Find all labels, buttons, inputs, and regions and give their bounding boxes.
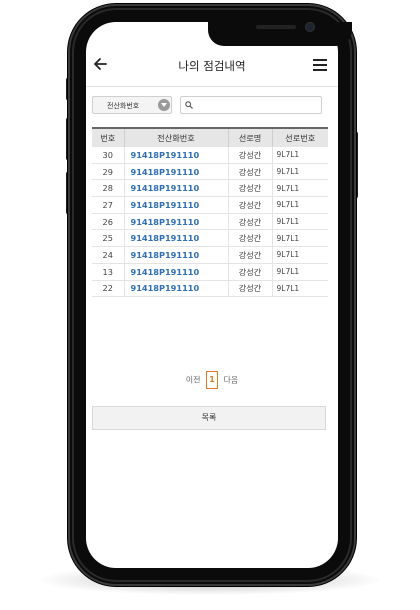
table-row[interactable]: 26 91418P191110 강성간 9L7L1 [92, 213, 328, 231]
line-name: 강성간 [227, 179, 272, 198]
pole-id-link[interactable]: 91418P191110 [123, 213, 228, 231]
line-number: 9L7L1 [271, 196, 328, 214]
chevron-down-icon[interactable] [158, 99, 170, 111]
prev-page-link[interactable]: 이전 [186, 376, 201, 385]
pole-id-link[interactable]: 91418P191110 [123, 163, 228, 181]
row-number: 27 [92, 196, 124, 214]
line-name: 강성간 [227, 196, 272, 214]
pole-id-link[interactable]: 91418P191110 [123, 263, 228, 281]
line-number: 9L7L1 [271, 163, 328, 181]
row-number: 25 [92, 229, 124, 248]
line-number: 9L7L1 [271, 179, 328, 198]
app-header: 나의 점검내역 [86, 48, 338, 84]
column-header-pole-id: 전산화번호 [123, 127, 228, 147]
table-header-row: 번호 전산화번호 선로명 선로번호 [92, 127, 328, 147]
table-row[interactable]: 13 91418P191110 강성간 9L7L1 [92, 263, 328, 281]
search-bar: 전산화번호 [92, 96, 326, 116]
row-number: 13 [92, 263, 124, 281]
line-name: 강성간 [227, 163, 272, 181]
pole-id-link[interactable]: 91418P191110 [123, 179, 228, 198]
table-row[interactable]: 24 91418P191110 강성간 9L7L1 [92, 246, 328, 264]
table-row[interactable]: 28 91418P191110 강성간 9L7L1 [92, 179, 328, 198]
column-header-line-number: 선로번호 [271, 127, 328, 147]
next-page-link[interactable]: 다음 [224, 376, 239, 385]
row-number: 30 [92, 147, 124, 164]
pole-id-link[interactable]: 91418P191110 [123, 280, 228, 298]
line-number: 9L7L1 [271, 147, 328, 164]
pole-id-link[interactable]: 91418P191110 [123, 147, 228, 164]
header-divider [86, 86, 338, 87]
pole-id-link[interactable]: 91418P191110 [123, 196, 228, 214]
pole-id-link[interactable]: 91418P191110 [123, 229, 228, 248]
front-camera [306, 23, 314, 31]
app-screen: 나의 점검내역 전산화번호 번호 전산화번호 선로명 선로번호 30 91418… [86, 22, 338, 568]
line-name: 강성간 [227, 229, 272, 248]
current-page-button[interactable]: 1 [206, 371, 218, 389]
line-number: 9L7L1 [271, 246, 328, 264]
table-row[interactable]: 27 91418P191110 강성간 9L7L1 [92, 196, 328, 214]
row-number: 26 [92, 213, 124, 231]
line-number: 9L7L1 [271, 213, 328, 231]
search-input[interactable] [180, 96, 322, 114]
search-icon [185, 101, 193, 109]
pagination: 이전 1 다음 [86, 371, 338, 389]
pole-id-link[interactable]: 91418P191110 [123, 246, 228, 264]
table-row[interactable]: 30 91418P191110 강성간 9L7L1 [92, 147, 328, 164]
speaker-grille [256, 25, 296, 29]
row-number: 24 [92, 246, 124, 264]
page-title: 나의 점검내역 [178, 59, 246, 73]
line-name: 강성간 [227, 246, 272, 264]
line-number: 9L7L1 [271, 263, 328, 281]
line-name: 강성간 [227, 280, 272, 298]
line-number: 9L7L1 [271, 280, 328, 298]
inspection-table: 번호 전산화번호 선로명 선로번호 30 91418P191110 강성간 9L… [92, 127, 328, 298]
line-name: 강성간 [227, 147, 272, 164]
table-row[interactable]: 25 91418P191110 강성간 9L7L1 [92, 229, 328, 248]
row-number: 22 [92, 280, 124, 298]
list-button[interactable]: 목록 [92, 406, 326, 430]
line-number: 9L7L1 [271, 229, 328, 248]
row-number: 28 [92, 179, 124, 198]
line-name: 강성간 [227, 213, 272, 231]
line-name: 강성간 [227, 263, 272, 281]
phone-frame: 나의 점검내역 전산화번호 번호 전산화번호 선로명 선로번호 30 91418… [68, 4, 356, 586]
row-number: 29 [92, 163, 124, 181]
table-row[interactable]: 22 91418P191110 강성간 9L7L1 [92, 280, 328, 298]
column-header-line-name: 선로명 [227, 127, 272, 147]
table-row[interactable]: 29 91418P191110 강성간 9L7L1 [92, 163, 328, 181]
column-header-number: 번호 [92, 127, 124, 147]
hamburger-menu-icon[interactable] [313, 59, 327, 71]
